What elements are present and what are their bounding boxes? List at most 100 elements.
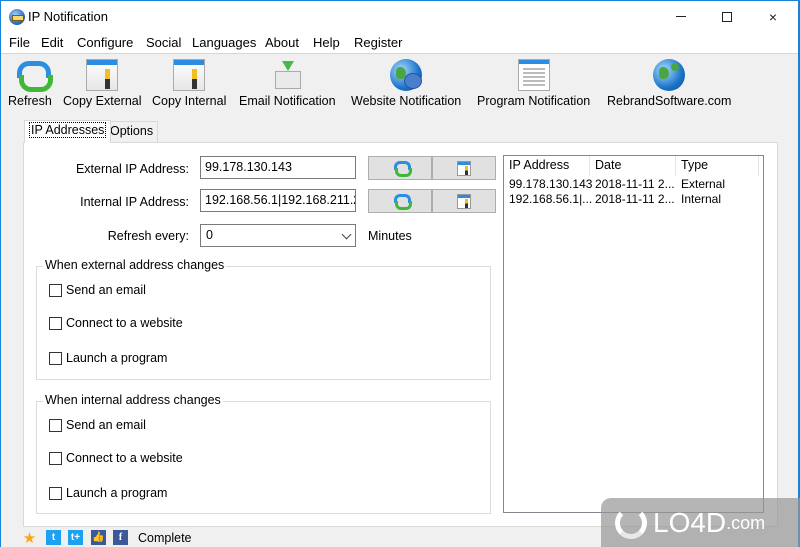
checkbox[interactable] <box>49 351 62 365</box>
column-header-date[interactable]: Date <box>590 158 621 172</box>
email-icon <box>271 59 303 91</box>
minimize-button[interactable] <box>658 1 704 32</box>
copy-tool-icon <box>457 160 471 176</box>
website-notification-label: Website Notification <box>351 94 462 108</box>
program-notification-button[interactable]: Program Notification <box>477 59 590 108</box>
internal-change-group: When internal address changes Send an em… <box>36 393 491 514</box>
external-ip-field[interactable]: 99.178.130.143 <box>200 156 356 179</box>
app-icon <box>9 9 25 25</box>
title-bar: IP Notification × <box>1 1 798 32</box>
checkbox[interactable] <box>49 451 62 465</box>
menu-languages[interactable]: Languages <box>192 35 256 50</box>
internal-send-email-option[interactable]: Send an email <box>49 418 146 432</box>
checkbox[interactable] <box>49 418 62 432</box>
cell-date: 2018-11-11 2... <box>595 192 675 206</box>
facebook-icon[interactable]: f <box>113 530 128 545</box>
refresh-every-label: Refresh every: <box>107 229 189 243</box>
menu-file[interactable]: File <box>9 35 30 50</box>
copy-external-label: Copy External <box>63 94 142 108</box>
website-notification-button[interactable]: Website Notification <box>351 59 461 108</box>
minimize-icon <box>676 16 686 17</box>
copy-internal-small-button[interactable] <box>432 189 496 213</box>
copy-external-small-button[interactable] <box>432 156 496 180</box>
option-label: Connect to a website <box>66 316 183 330</box>
status-text: Complete <box>138 531 192 545</box>
refresh-internal-button[interactable] <box>368 189 432 213</box>
rebrandsoftware-label: RebrandSoftware.com <box>607 94 732 108</box>
refresh-external-button[interactable] <box>368 156 432 180</box>
twitter-follow-icon[interactable]: t+ <box>68 530 83 545</box>
cell-date: 2018-11-11 2... <box>595 177 675 191</box>
external-ip-label: External IP Address: <box>75 162 189 176</box>
watermark-suffix: .com <box>726 512 766 533</box>
star-icon[interactable]: ★ <box>22 530 37 547</box>
column-separator[interactable] <box>758 156 759 176</box>
watermark-text: LO4D <box>653 507 727 538</box>
option-label: Send an email <box>66 418 146 432</box>
checkbox[interactable] <box>49 316 62 330</box>
window-title: IP Notification <box>28 9 108 24</box>
external-send-email-option[interactable]: Send an email <box>49 283 146 297</box>
internal-change-group-title: When internal address changes <box>43 393 223 407</box>
website-globe-icon <box>390 59 423 91</box>
checkbox[interactable] <box>49 283 62 297</box>
menu-edit[interactable]: Edit <box>41 35 63 50</box>
checkbox[interactable] <box>49 486 62 500</box>
program-notification-label: Program Notification <box>477 94 591 108</box>
refresh-icon <box>393 161 412 177</box>
refresh-interval-select[interactable]: 0 <box>200 224 356 247</box>
copy-tool-icon <box>457 193 471 209</box>
copy-tool-icon <box>173 59 206 91</box>
refresh-button[interactable]: Refresh <box>8 59 53 108</box>
internal-launch-program-option[interactable]: Launch a program <box>49 486 167 500</box>
external-launch-program-option[interactable]: Launch a program <box>49 351 167 365</box>
maximize-icon <box>722 11 732 22</box>
tab-ip-addresses[interactable]: IP Addresses <box>24 120 112 143</box>
email-notification-button[interactable]: Email Notification <box>239 59 336 108</box>
table-row[interactable]: 99.178.130.143 2018-11-11 2... External <box>504 177 763 192</box>
email-notification-label: Email Notification <box>239 94 336 108</box>
copy-external-button[interactable]: Copy External <box>63 59 142 108</box>
refresh-label: Refresh <box>8 94 52 108</box>
tab-options[interactable]: Options <box>105 121 159 142</box>
menu-about[interactable]: About <box>265 35 299 50</box>
menu-configure[interactable]: Configure <box>77 35 133 50</box>
ip-history-list[interactable]: IP Address Date Type 99.178.130.143 2018… <box>503 155 764 513</box>
refresh-interval-value: 0 <box>206 228 213 242</box>
menu-help[interactable]: Help <box>313 35 340 50</box>
column-header-type[interactable]: Type <box>676 158 708 172</box>
column-header-ip-address[interactable]: IP Address <box>504 158 569 172</box>
like-icon[interactable]: 👍 <box>91 530 106 545</box>
globe-icon <box>653 59 686 91</box>
option-label: Send an email <box>66 283 146 297</box>
program-icon <box>517 59 550 91</box>
cell-ip-address: 99.178.130.143 <box>509 177 593 191</box>
close-icon: × <box>768 8 778 25</box>
copy-internal-button[interactable]: Copy Internal <box>152 59 226 108</box>
copy-internal-label: Copy Internal <box>152 94 227 108</box>
tab-options-label: Options <box>110 124 154 138</box>
list-header: IP Address Date Type <box>504 156 763 176</box>
option-label: Launch a program <box>66 351 168 365</box>
close-button[interactable]: × <box>750 1 796 32</box>
lo4d-logo-icon <box>615 507 647 539</box>
refresh-icon <box>14 59 53 92</box>
toolbar: Refresh Copy External Copy Internal Emai… <box>1 55 798 115</box>
twitter-icon[interactable]: t <box>46 530 61 545</box>
copy-tool-icon <box>86 59 119 91</box>
cell-type: Internal <box>681 192 722 206</box>
internal-ip-label: Internal IP Address: <box>80 195 189 209</box>
maximize-button[interactable] <box>704 1 750 32</box>
external-connect-website-option[interactable]: Connect to a website <box>49 316 183 330</box>
external-change-group-title: When external address changes <box>43 258 227 272</box>
tab-ip-addresses-label: IP Addresses <box>29 122 107 138</box>
option-label: Connect to a website <box>66 451 183 465</box>
menu-social[interactable]: Social <box>146 35 181 50</box>
cell-ip-address: 192.168.56.1|... <box>509 192 593 206</box>
internal-ip-field[interactable]: 192.168.56.1|192.168.211.2|1 <box>200 189 356 212</box>
rebrandsoftware-button[interactable]: RebrandSoftware.com <box>607 59 731 108</box>
table-row[interactable]: 192.168.56.1|... 2018-11-11 2... Interna… <box>504 192 763 207</box>
app-window: IP Notification × File Edit Configure So… <box>0 0 800 547</box>
internal-connect-website-option[interactable]: Connect to a website <box>49 451 183 465</box>
menu-register[interactable]: Register <box>354 35 402 50</box>
